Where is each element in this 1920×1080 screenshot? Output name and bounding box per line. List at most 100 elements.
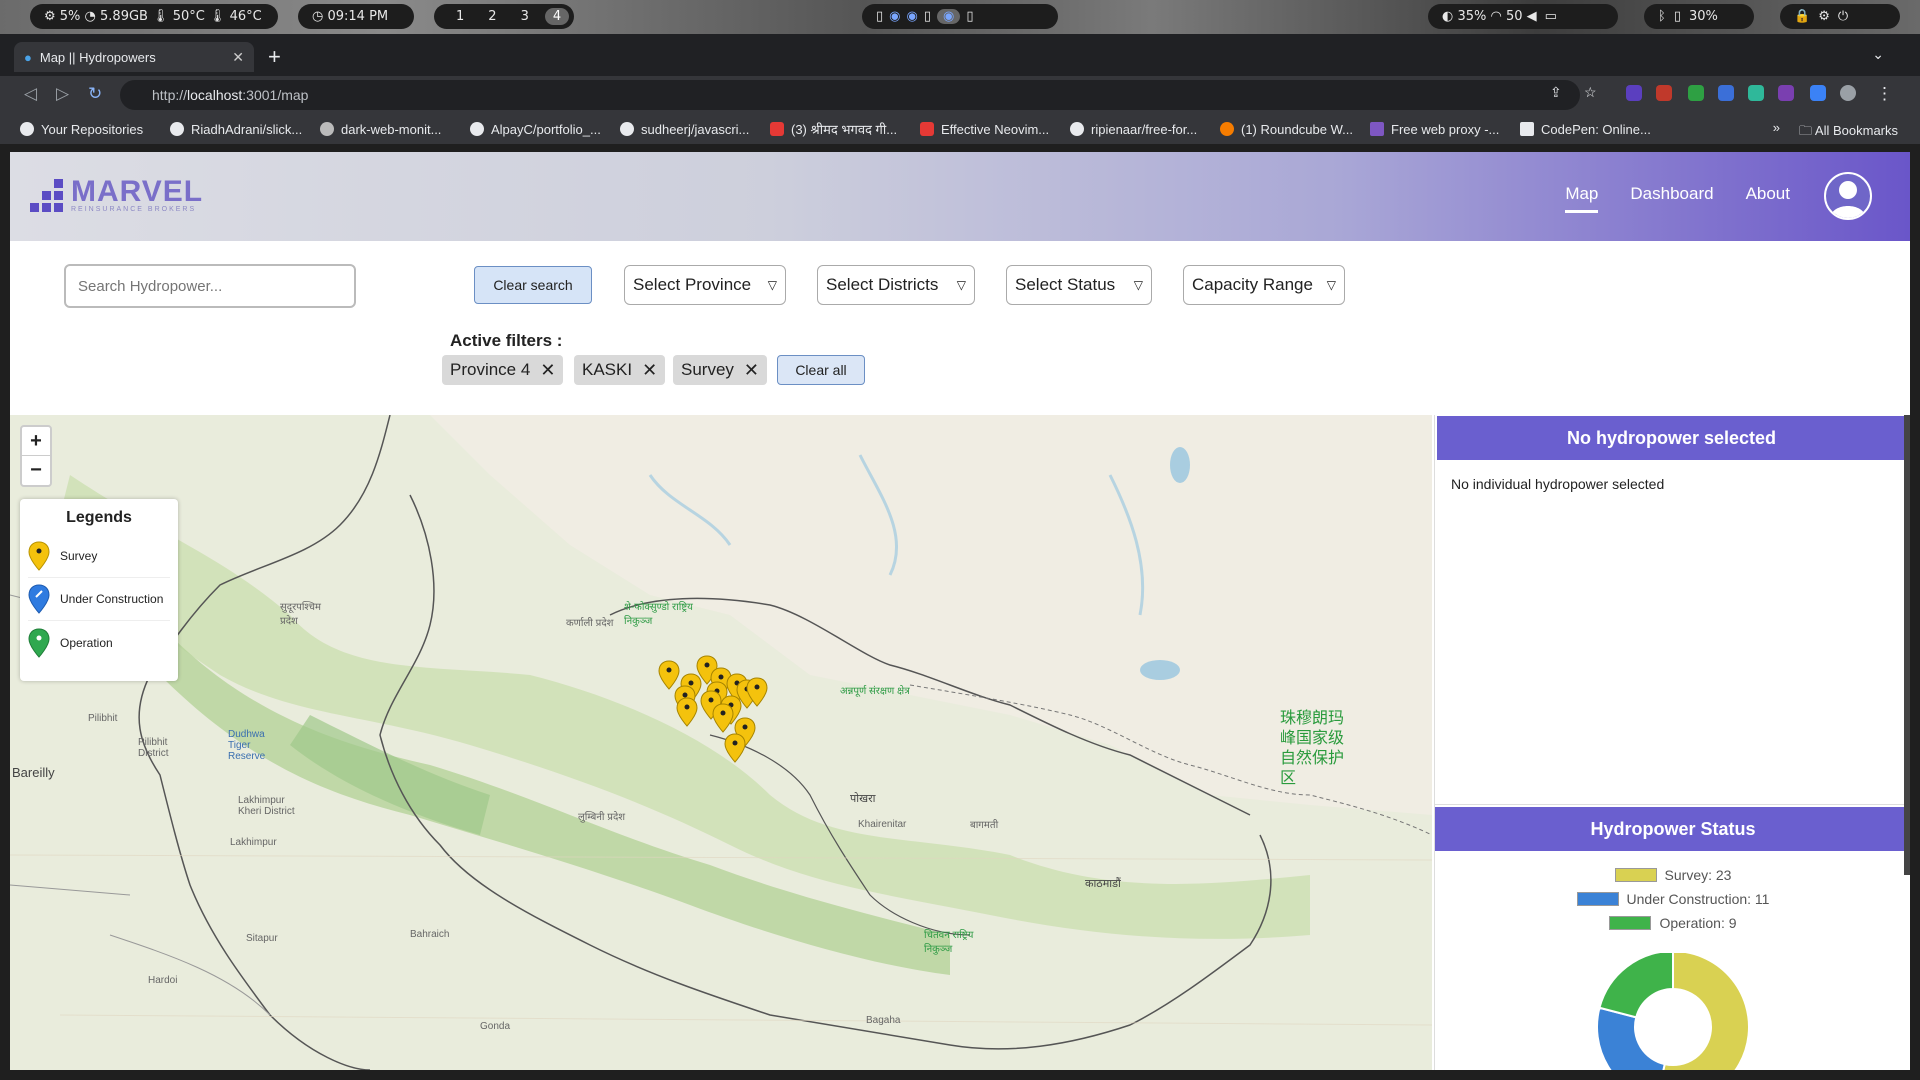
bookmark-item[interactable]: RiadhAdrani/slick...: [170, 122, 320, 137]
map-label-kathmandu: काठमाडौं: [1085, 878, 1121, 890]
browser-window-icon[interactable]: ◉: [889, 9, 900, 24]
clear-search-button[interactable]: Clear search: [474, 266, 592, 304]
survey-marker-icon[interactable]: [746, 677, 768, 707]
remove-filter-icon[interactable]: ✕: [540, 360, 555, 381]
zoom-out-button[interactable]: −: [22, 456, 50, 485]
window-icon[interactable]: ▯: [966, 9, 973, 24]
close-tab-icon[interactable]: ✕: [232, 49, 244, 66]
bookmark-item[interactable]: sudheerj/javascri...: [620, 122, 770, 137]
map-legend: Legends Survey Under Construction Operat…: [20, 499, 178, 681]
browser-window-icon[interactable]: ◉: [907, 9, 918, 24]
window-icon[interactable]: ▯: [876, 9, 883, 24]
power-controls[interactable]: 🔒 ⚙ ⏻: [1780, 4, 1900, 29]
clear-all-button[interactable]: Clear all: [777, 355, 865, 385]
details-panel: No hydropower selected No individual hyd…: [1434, 415, 1910, 1070]
user-avatar[interactable]: [1824, 172, 1872, 220]
search-input[interactable]: [64, 264, 356, 308]
panel-scrollbar[interactable]: [1904, 415, 1910, 875]
map-label-pilibhit: Pilibhit: [88, 713, 118, 724]
codepen-icon: [1520, 122, 1534, 136]
map-label-sheyphoksundo: शे-फोक्सुण्डो राष्ट्रिय निकुञ्ज: [624, 602, 693, 627]
workspace-1[interactable]: 1: [448, 8, 472, 25]
status-select-label: Select Status: [1015, 275, 1116, 294]
nav-dashboard[interactable]: Dashboard: [1630, 184, 1713, 213]
chart-legend-item[interactable]: Operation: 9: [1435, 911, 1910, 935]
profile-icon[interactable]: [1840, 85, 1856, 101]
workspace-4[interactable]: 4: [544, 8, 570, 25]
chart-legend-item[interactable]: Under Construction: 11: [1435, 887, 1910, 911]
map-label-chitwan: चितवन राष्ट्रिय निकुञ्ज: [924, 930, 974, 955]
puzzle-icon[interactable]: [1718, 85, 1734, 101]
settings-icon[interactable]: ⚙: [1818, 9, 1830, 24]
bookmark-label: CodePen: Online...: [1541, 121, 1651, 137]
capacity-select[interactable]: Capacity Range ▽: [1183, 265, 1345, 305]
bookmarks-bar: Your Repositories RiadhAdrani/slick... d…: [0, 114, 1920, 144]
system-tray-2[interactable]: ᛒ ▯ 30%: [1644, 4, 1754, 29]
bookmark-item[interactable]: (1) Roundcube W...: [1220, 122, 1370, 137]
bookmark-item[interactable]: AlpayC/portfolio_...: [470, 122, 620, 137]
bookmark-item[interactable]: Effective Neovim...: [920, 122, 1070, 137]
menu-icon[interactable]: ⋮: [1876, 84, 1893, 104]
shield-extension-icon[interactable]: [1688, 85, 1704, 101]
new-tab-button[interactable]: +: [268, 44, 281, 70]
all-bookmarks-folder[interactable]: 🗀 All Bookmarks: [1799, 122, 1898, 144]
more-bookmarks-icon[interactable]: »: [1773, 120, 1780, 135]
survey-marker-icon[interactable]: [712, 703, 734, 733]
legend-item-survey: Survey: [28, 535, 170, 578]
system-tray[interactable]: ◐ 35% ◠ 50 ◀ ▭: [1428, 4, 1618, 29]
map-label-pilibhit-district: Pilibhit District: [138, 737, 169, 759]
bookmark-item[interactable]: CodePen: Online...: [1520, 122, 1670, 137]
remove-filter-icon[interactable]: ✕: [642, 360, 657, 381]
map-label-gonda: Gonda: [480, 1021, 511, 1032]
chart-legend-item[interactable]: Survey: 23: [1435, 863, 1910, 887]
panel-body: No individual hydropower selected: [1435, 460, 1910, 805]
window-icon[interactable]: ▯: [924, 9, 931, 24]
back-button[interactable]: ◁: [24, 84, 37, 104]
survey-marker-icon[interactable]: [724, 733, 746, 763]
bookmark-item[interactable]: ripienaar/free-for...: [1070, 122, 1220, 137]
workspace-3[interactable]: 3: [513, 8, 537, 25]
bluetooth-icon: ᛒ: [1658, 9, 1666, 24]
browser-tab[interactable]: ● Map || Hydropowers ✕: [14, 42, 254, 72]
marvel-logo[interactable]: MARVEL REINSURANCE BROKERS: [30, 177, 203, 213]
status-select[interactable]: Select Status ▽: [1006, 265, 1152, 305]
forward-button[interactable]: ▷: [56, 84, 69, 104]
tab-search-chevron-icon[interactable]: ⌄: [1872, 46, 1884, 63]
districts-select[interactable]: Select Districts ▽: [817, 265, 975, 305]
donut-slice-operation[interactable]: [1598, 953, 1674, 1019]
power-icon[interactable]: ⏻: [1838, 9, 1848, 24]
operation-pin-icon: [28, 627, 50, 658]
workspace-switcher[interactable]: 1 2 3 4: [434, 4, 574, 29]
survey-marker-icon[interactable]: [676, 697, 698, 727]
address-bar[interactable]: http://localhost:3001/map: [120, 80, 1580, 110]
ublock-icon[interactable]: [1656, 85, 1672, 101]
bookmark-item[interactable]: Your Repositories: [20, 122, 170, 137]
share-icon[interactable]: ⇪: [1550, 84, 1562, 101]
bookmark-item[interactable]: (3) श्रीमद भगवद गी...: [770, 120, 920, 138]
lock-icon[interactable]: 🔒: [1794, 9, 1810, 24]
donut-slice-under-construction[interactable]: [1596, 1006, 1666, 1070]
taskbar-windows[interactable]: ▯ ◉ ◉ ▯ ◉ ▯: [862, 4, 1058, 29]
bookmark-item[interactable]: Free web proxy -...: [1370, 122, 1520, 137]
panel-title: No hydropower selected: [1437, 416, 1906, 460]
workspace-2[interactable]: 2: [480, 8, 504, 25]
roundcube-icon: [1220, 122, 1234, 136]
reload-button[interactable]: ↻: [88, 84, 102, 104]
map-view[interactable]: Bareilly Pilibhit Lakhimpur Sitapur Hard…: [10, 415, 1432, 1070]
nav-map[interactable]: Map: [1565, 184, 1599, 213]
sidepanel-icon[interactable]: [1810, 85, 1826, 101]
nav-about[interactable]: About: [1746, 184, 1790, 213]
extension-icon[interactable]: [1626, 85, 1642, 101]
bookmark-item[interactable]: dark-web-monit...: [320, 122, 470, 137]
chevron-down-icon: ▽: [1133, 278, 1143, 292]
url-path: :3001/map: [242, 87, 309, 103]
legend-label: Operation: [60, 635, 113, 650]
zoom-in-button[interactable]: +: [22, 427, 50, 456]
browser-window-icon[interactable]: ◉: [937, 9, 961, 24]
flask-icon[interactable]: [1748, 85, 1764, 101]
remove-filter-icon[interactable]: ✕: [744, 360, 759, 381]
chip-label: KASKI: [582, 360, 633, 379]
bookmark-icon[interactable]: ☆: [1584, 84, 1597, 101]
province-select[interactable]: Select Province ▽: [624, 265, 786, 305]
extension-icon[interactable]: [1778, 85, 1794, 101]
